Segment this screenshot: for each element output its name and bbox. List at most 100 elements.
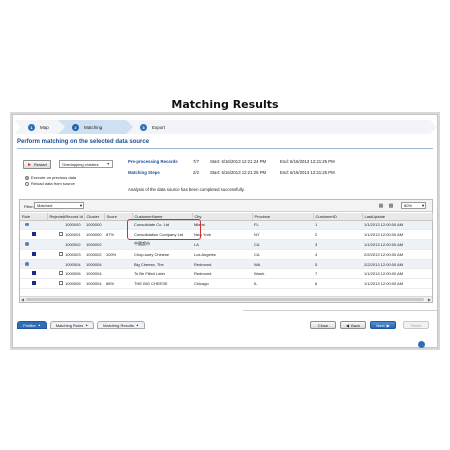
- step-number-icon: 3: [140, 124, 147, 131]
- column-header[interactable]: CustomerID: [313, 213, 363, 221]
- rejected-cell: [47, 239, 63, 250]
- table-row[interactable]: 1000006 1000004 To Be Filled Later Redmo…: [20, 268, 432, 280]
- radio-label: Execute on previous data: [31, 175, 77, 180]
- wizard-step-label: Map: [40, 124, 49, 130]
- cell: IL: [252, 278, 313, 290]
- table-row[interactable]: 1000005 1000004 88% THE BIG CHEESE Chica…: [20, 278, 432, 290]
- cell: Big Cheese, The: [132, 259, 192, 270]
- restart-label: Restart: [34, 162, 47, 167]
- cell: CA: [252, 249, 313, 260]
- cell: 1/1/2013 12:00:00 AM: [362, 239, 432, 250]
- rule-cell: [20, 220, 47, 231]
- restart-button[interactable]: ► Restart: [23, 160, 51, 169]
- dqs-window: 1 Map 2 Matching 3 Export Perform matchi…: [12, 114, 438, 348]
- tab-matching-rules[interactable]: Matching Rules ▲: [50, 321, 94, 329]
- chevron-down-icon: ▼: [106, 162, 110, 166]
- rejected-cell: [47, 278, 63, 290]
- cell: 1/1/2013 12:00:00 AM: [362, 268, 432, 280]
- tab-matching-results[interactable]: Matching Results ▲: [97, 321, 145, 329]
- rejected-checkbox[interactable]: [59, 281, 63, 286]
- filter-select[interactable]: Matched ▼: [34, 202, 84, 209]
- cell: FL: [252, 220, 313, 231]
- zoom-select[interactable]: 80% ▼: [401, 202, 426, 209]
- screenshot-frame: 1 Map 2 Matching 3 Export Perform matchi…: [10, 112, 440, 350]
- cell: [104, 259, 132, 270]
- radio-execute-previous[interactable]: Execute on previous data: [25, 175, 76, 180]
- export-icon[interactable]: ▦: [378, 203, 384, 209]
- cell: CA: [252, 239, 313, 250]
- divider: [243, 310, 437, 311]
- table-row[interactable]: 1000001 1000000 87% Consolidation Compan…: [20, 229, 432, 241]
- column-header[interactable]: City: [192, 213, 253, 221]
- chevron-down-icon: ▼: [79, 203, 83, 208]
- rejected-checkbox[interactable]: [59, 232, 63, 237]
- filter-value: Matched: [37, 203, 53, 208]
- cell: 1000004: [63, 259, 84, 270]
- caret-up-icon: ▲: [85, 323, 89, 327]
- restart-icon: ►: [27, 161, 33, 168]
- table-row[interactable]: 1000003 1000002 100% Chop-suey Chinese L…: [20, 249, 432, 260]
- radio-reload-source[interactable]: Reload data from source: [25, 181, 75, 186]
- step-number-icon: 1: [28, 124, 35, 131]
- vendor-logo: [418, 340, 440, 348]
- algorithm-value: Overlapping clusters: [62, 161, 99, 167]
- cell: 1000004: [84, 268, 104, 280]
- column-header[interactable]: LastUpdate: [362, 213, 433, 221]
- next-button[interactable]: Next ▶: [370, 321, 396, 329]
- close-button[interactable]: Close: [310, 321, 336, 329]
- wizard-step-export[interactable]: 3 Export: [126, 120, 437, 134]
- cell: 1000002: [84, 249, 104, 260]
- rule-cell: [20, 239, 47, 250]
- cell: 4: [313, 249, 362, 260]
- logo-mark-icon: [418, 340, 425, 348]
- cell: NY: [252, 229, 313, 241]
- column-header[interactable]: Rule: [20, 213, 48, 221]
- scrollbar-thumb[interactable]: [26, 298, 424, 301]
- table-row[interactable]: 1000000 1000000 Consolidate Co. Ltd Miam…: [20, 220, 432, 231]
- cell: 中國超市: [132, 239, 192, 250]
- finish-button[interactable]: Finish: [403, 321, 429, 329]
- algorithm-select[interactable]: Overlapping clusters ▼: [59, 160, 113, 168]
- scroll-left-icon[interactable]: ◀: [21, 297, 24, 302]
- horizontal-scrollbar[interactable]: ◀ ▶: [20, 296, 432, 302]
- table-row[interactable]: 1000004 1000004 Big Cheese, The Redmond …: [20, 259, 432, 270]
- tab-label: Profiler: [23, 322, 36, 328]
- column-header[interactable]: Cluster: [84, 213, 105, 221]
- table-row[interactable]: 1000002 1000002 中國超市 LA CA 3 1/1/2013 12…: [20, 239, 432, 250]
- cell: Miami: [192, 220, 252, 231]
- zoom-value: 80%: [404, 203, 413, 208]
- column-header[interactable]: Rejected: [47, 213, 65, 221]
- cell: 2/2/2013 12:00:00 AM: [362, 249, 432, 260]
- results-table: Rule Rejected Record Id Cluster Score Cu…: [20, 213, 433, 290]
- stat-label: Pre-processing Records: [128, 159, 178, 164]
- cell: 1000002: [63, 239, 84, 250]
- cell: New York: [192, 229, 252, 241]
- step-number-icon: 2: [72, 124, 79, 131]
- status-message: Analysis of the data source has been com…: [128, 187, 245, 192]
- back-button[interactable]: ◀ Back: [340, 321, 366, 329]
- cell: Wash.: [252, 268, 313, 280]
- cell: 6: [313, 278, 362, 290]
- tab-profiler[interactable]: Profiler ▲: [17, 321, 47, 329]
- cell: 1000000: [84, 229, 104, 241]
- column-header[interactable]: Province: [252, 213, 314, 221]
- rule-cell: [20, 268, 47, 280]
- scroll-right-icon[interactable]: ▶: [428, 297, 431, 302]
- stat-end: End: 6/16/2013 12:21:25 PM: [280, 159, 335, 164]
- rejected-cell: [47, 259, 63, 270]
- column-header[interactable]: Record Id: [63, 213, 85, 221]
- table-header: Rule Rejected Record Id Cluster Score Cu…: [20, 213, 433, 221]
- cell: Los Angeles: [192, 249, 252, 260]
- caret-up-icon: ▲: [37, 323, 41, 327]
- stat-count: 2/2: [193, 170, 199, 175]
- cell: To Be Filled Later: [132, 268, 192, 280]
- stat-label: Matching Steps: [128, 170, 160, 175]
- cell: Redmond: [192, 259, 252, 270]
- rejected-checkbox[interactable]: [59, 271, 63, 276]
- cell: 1/1/2013 12:00:00 AM: [362, 229, 432, 241]
- rejected-cell: [47, 220, 63, 231]
- rejected-checkbox[interactable]: [59, 251, 63, 256]
- print-icon[interactable]: ▩: [388, 203, 394, 209]
- wizard-step-label: Matching: [84, 124, 103, 130]
- cell: LA: [192, 239, 252, 250]
